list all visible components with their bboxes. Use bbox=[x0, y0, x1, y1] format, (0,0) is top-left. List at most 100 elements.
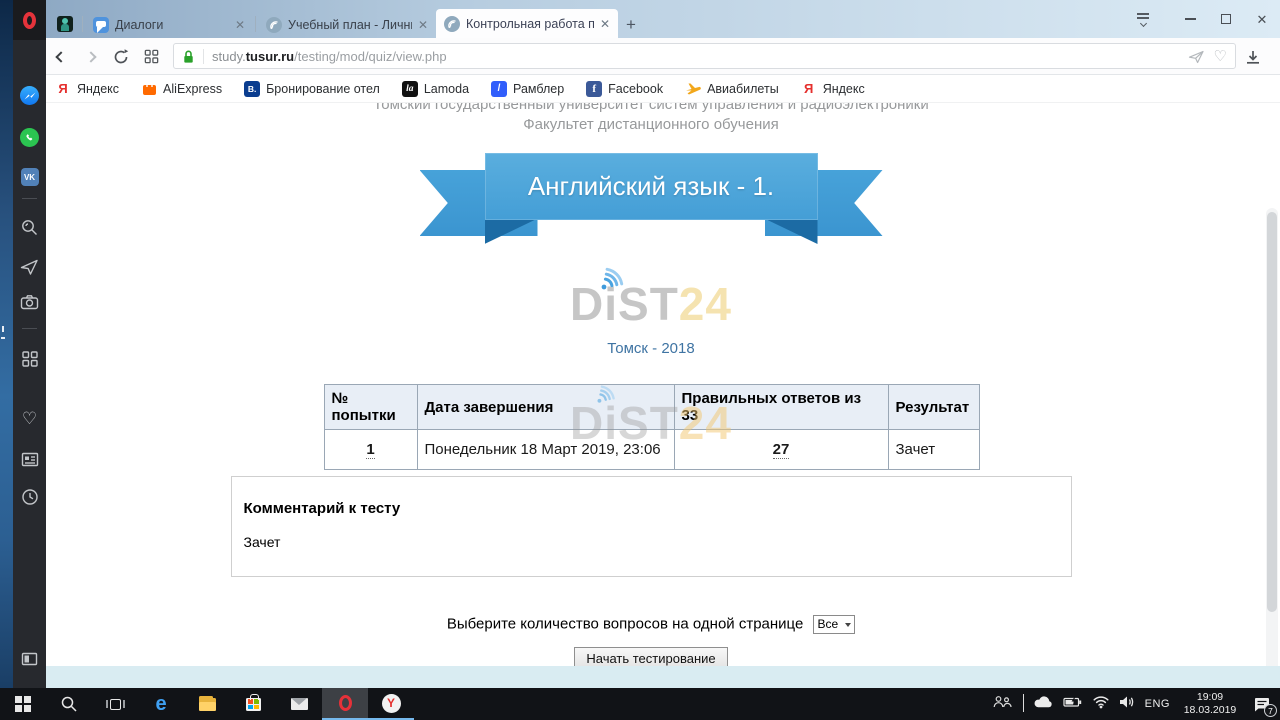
facebook-icon: f bbox=[586, 81, 602, 97]
my-flow-send-icon[interactable] bbox=[13, 258, 46, 276]
university-name: Томский государственный университет сист… bbox=[46, 103, 1256, 113]
start-button[interactable] bbox=[0, 688, 46, 720]
opera-logo-icon bbox=[23, 12, 36, 29]
system-tray: ENG 19:09 18.03.2019 7 bbox=[992, 688, 1280, 720]
address-bar[interactable]: study.tusur.ru/testing/mod/quiz/view.php… bbox=[173, 43, 1236, 69]
tab-curriculum[interactable]: Учебный план - Личный ✕ bbox=[258, 11, 436, 38]
close-window-button[interactable]: ✕ bbox=[1244, 0, 1280, 38]
close-tab-icon[interactable]: ✕ bbox=[233, 18, 247, 32]
back-icon bbox=[55, 51, 66, 62]
store-button[interactable] bbox=[230, 688, 276, 720]
mail-button[interactable] bbox=[276, 688, 322, 720]
bookmarks-heart-icon[interactable]: ♡ bbox=[13, 410, 46, 427]
chevron-up-icon bbox=[1023, 694, 1024, 712]
personal-news-icon[interactable] bbox=[13, 452, 46, 467]
bookmark-booking[interactable]: B. Бронирование отел bbox=[244, 81, 380, 97]
sidebar-toggle-icon[interactable] bbox=[13, 652, 46, 666]
bookmark-yandex[interactable]: Я Яндекс bbox=[55, 81, 119, 97]
bookmark-aliexpress[interactable]: AliExpress bbox=[141, 81, 222, 97]
battery-icon bbox=[1063, 696, 1083, 708]
battery-button[interactable] bbox=[1063, 695, 1083, 713]
chevron-down-icon bbox=[845, 623, 851, 627]
speed-dial-icon bbox=[143, 48, 160, 65]
maximize-button[interactable] bbox=[1208, 0, 1244, 38]
pinned-tab[interactable] bbox=[50, 10, 80, 38]
scrollbar-thumb[interactable] bbox=[1267, 212, 1277, 612]
tab-quiz-active[interactable]: Контрольная работа по д ✕ bbox=[436, 9, 618, 38]
address-toolbar: study.tusur.ru/testing/mod/quiz/view.php… bbox=[46, 38, 1280, 75]
speed-dial-grid-icon[interactable] bbox=[13, 350, 46, 368]
per-page-label: Выберите количество вопросов на одной ст… bbox=[447, 615, 804, 632]
comment-title: Комментарий к тесту bbox=[244, 500, 1059, 517]
language-indicator[interactable]: ENG bbox=[1145, 698, 1170, 710]
share-page-button[interactable] bbox=[1188, 49, 1205, 64]
vk-icon[interactable]: VK bbox=[13, 168, 46, 186]
new-tab-button[interactable]: + bbox=[618, 11, 644, 38]
attempt-link[interactable]: 1 bbox=[366, 441, 374, 459]
yandex-browser-button[interactable]: Y bbox=[368, 688, 414, 720]
downloads-button[interactable] bbox=[1241, 38, 1265, 75]
taskbar-search-button[interactable] bbox=[46, 688, 92, 720]
opera-icon bbox=[339, 695, 352, 711]
clock[interactable]: 19:09 18.03.2019 bbox=[1179, 691, 1241, 717]
tab-title: Контрольная работа по д bbox=[466, 17, 594, 31]
scrollbar[interactable] bbox=[1266, 208, 1278, 666]
volume-icon bbox=[1119, 695, 1136, 709]
onedrive-cloud-icon bbox=[1033, 695, 1054, 709]
speed-dial-button[interactable] bbox=[136, 38, 166, 75]
edge-button[interactable]: e bbox=[138, 688, 184, 720]
correct-answers-cell: 27 bbox=[674, 430, 888, 470]
tab-bar: Диалоги ✕ Учебный план - Личный ✕ bbox=[46, 0, 1280, 38]
forward-button[interactable] bbox=[76, 38, 106, 75]
whatsapp-icon[interactable] bbox=[13, 128, 46, 147]
desktop-icon-text-fragment bbox=[1, 337, 5, 339]
col-correct-answers: Правильных ответов из 33 bbox=[674, 385, 888, 430]
score-link[interactable]: 27 bbox=[773, 441, 790, 459]
close-tab-icon[interactable]: ✕ bbox=[598, 17, 612, 31]
back-button[interactable] bbox=[46, 38, 76, 75]
bookmark-yandex[interactable]: Я Яндекс bbox=[801, 81, 865, 97]
history-clock-icon[interactable] bbox=[13, 488, 46, 506]
desktop-icon-text-fragment bbox=[2, 326, 4, 332]
search-icon bbox=[60, 695, 78, 713]
edge-icon: e bbox=[155, 694, 166, 714]
bookmark-facebook[interactable]: f Facebook bbox=[586, 81, 663, 97]
messenger-icon[interactable] bbox=[13, 86, 46, 105]
aliexpress-bag-icon bbox=[141, 81, 157, 97]
heart-icon: ♡ bbox=[1214, 49, 1227, 64]
volume-button[interactable] bbox=[1119, 695, 1136, 714]
task-view-button[interactable] bbox=[92, 688, 138, 720]
minimize-icon bbox=[1185, 18, 1196, 20]
tab-menu-icon[interactable] bbox=[1128, 12, 1158, 26]
per-page-select[interactable]: Все bbox=[813, 615, 856, 634]
onedrive-button[interactable] bbox=[1033, 695, 1054, 714]
wifi-button[interactable] bbox=[1092, 694, 1110, 714]
url-text: study.tusur.ru/testing/mod/quiz/view.php bbox=[212, 49, 447, 64]
opera-menu-button[interactable] bbox=[13, 0, 46, 40]
people-button[interactable] bbox=[992, 695, 1014, 713]
send-plane-icon bbox=[1188, 49, 1205, 64]
tab-separator bbox=[255, 16, 256, 32]
action-center-button[interactable]: 7 bbox=[1250, 694, 1274, 714]
people-icon bbox=[992, 695, 1014, 708]
task-view-icon bbox=[106, 699, 125, 710]
windows-taskbar: e Y bbox=[0, 688, 1280, 720]
yandex-icon: Я bbox=[804, 81, 813, 96]
show-hidden-icons-button[interactable] bbox=[1023, 695, 1024, 713]
close-tab-icon[interactable]: ✕ bbox=[416, 18, 430, 32]
minimize-button[interactable] bbox=[1172, 0, 1208, 38]
snapshot-camera-icon[interactable] bbox=[13, 294, 46, 310]
bookmark-lamoda[interactable]: la Lamoda bbox=[402, 81, 469, 97]
bookmark-rambler[interactable]: / Рамблер bbox=[491, 81, 564, 97]
date-label: 18.03.2019 bbox=[1179, 704, 1241, 717]
search-icon[interactable] bbox=[13, 218, 46, 237]
start-test-button[interactable]: Начать тестирование bbox=[574, 647, 727, 666]
reload-button[interactable] bbox=[106, 38, 136, 75]
tab-dialogs[interactable]: Диалоги ✕ bbox=[85, 11, 253, 38]
maximize-icon bbox=[1221, 14, 1231, 24]
file-explorer-button[interactable] bbox=[184, 688, 230, 720]
bookmark-avia[interactable]: Авиабилеты bbox=[685, 81, 779, 97]
opera-taskbar-button[interactable] bbox=[322, 688, 368, 720]
bookmark-page-button[interactable]: ♡ bbox=[1214, 49, 1227, 64]
reload-icon bbox=[112, 48, 130, 66]
